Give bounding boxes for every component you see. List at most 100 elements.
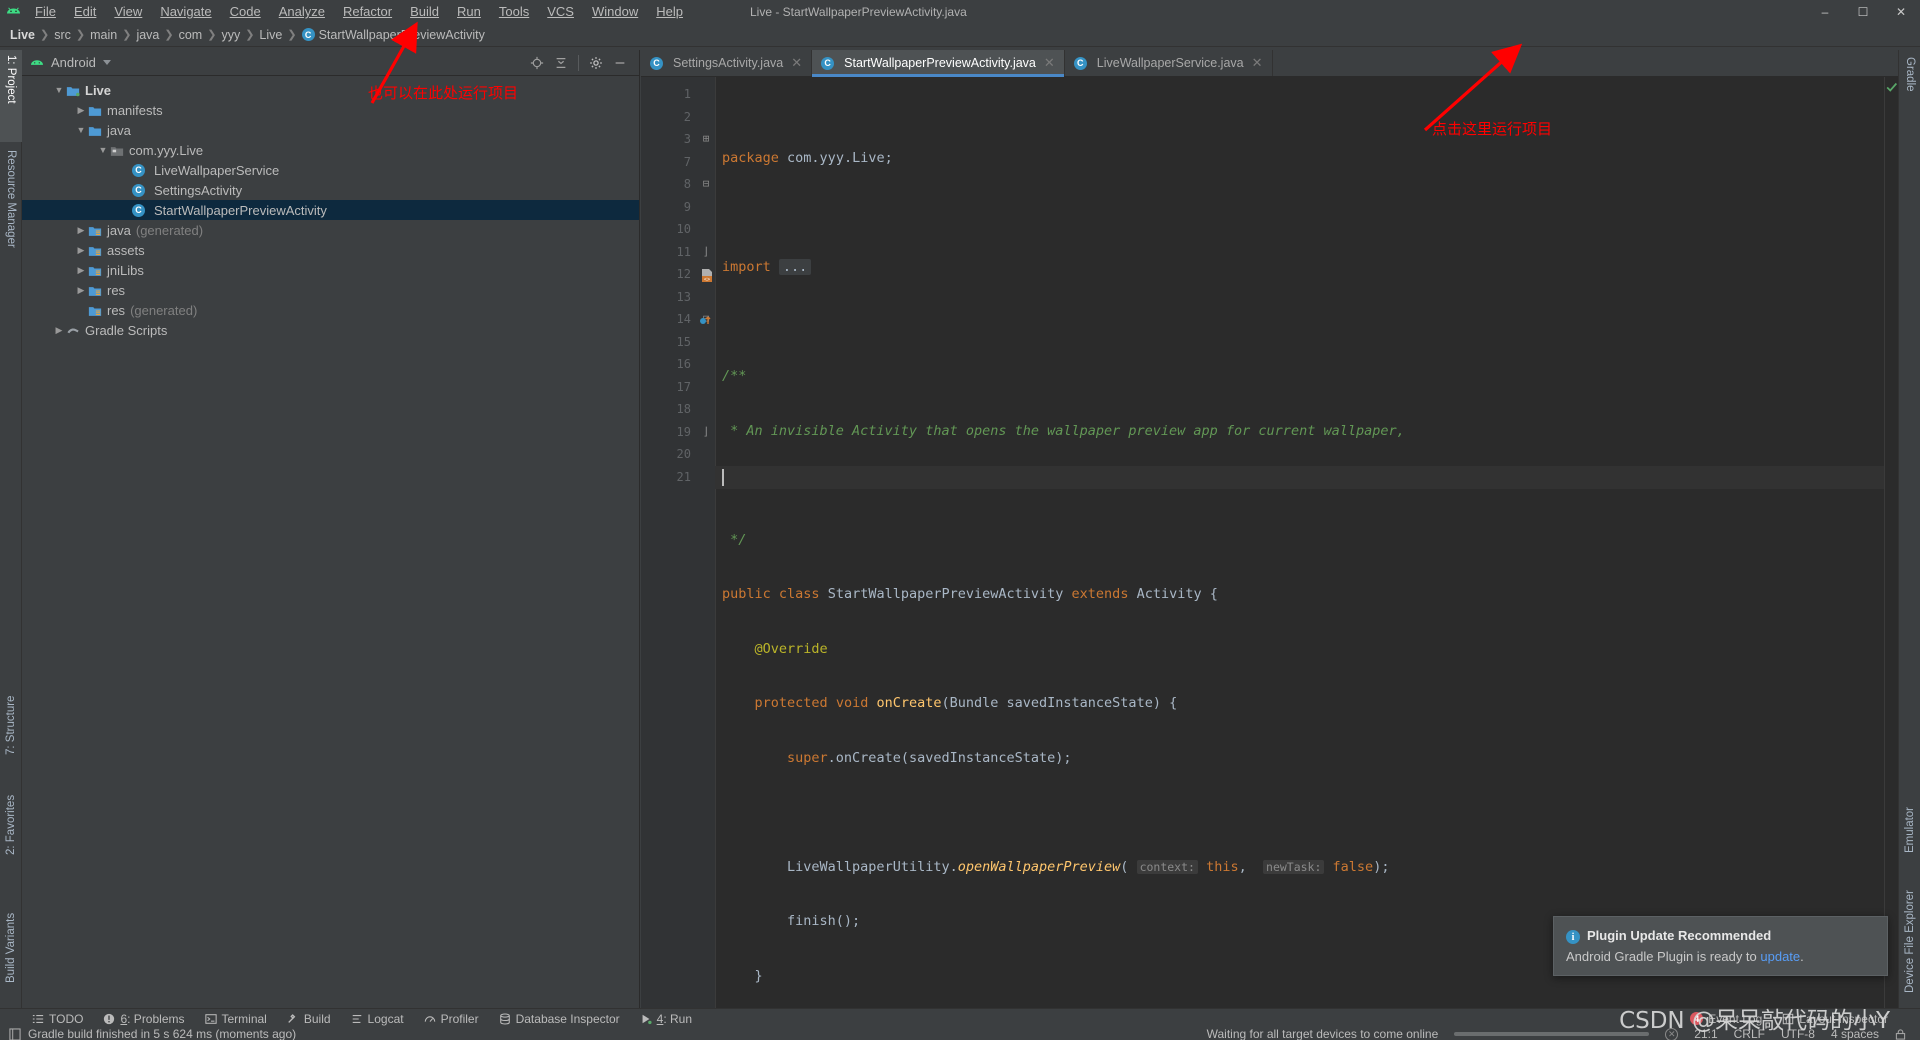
hide-panel-icon[interactable]: [609, 52, 631, 74]
bottom-tab-database-inspector[interactable]: Database Inspector: [489, 1009, 630, 1029]
collapse-all-icon[interactable]: [550, 52, 572, 74]
menu-navigate[interactable]: Navigate: [151, 2, 220, 21]
menu-analyze[interactable]: Analyze: [270, 2, 334, 21]
tree-row-java[interactable]: ▼ java: [22, 120, 639, 140]
file-encoding[interactable]: UTF-8: [1781, 1027, 1815, 1040]
build-status-icon[interactable]: [9, 1027, 21, 1040]
menu-code[interactable]: Code: [221, 2, 270, 21]
menu-build[interactable]: Build: [401, 2, 448, 21]
cancel-task-icon[interactable]: ✕: [1665, 1027, 1679, 1040]
update-link[interactable]: update: [1760, 949, 1800, 964]
sidebar-item-structure[interactable]: 7: Structure: [0, 660, 22, 760]
chevron-right-icon[interactable]: ▶: [74, 285, 88, 296]
code-text[interactable]: package com.yyy.Live; import ... /** * A…: [715, 77, 1898, 1038]
sidebar-item-gradle[interactable]: Gradle: [1899, 52, 1920, 138]
tree-row-jnilibs[interactable]: ▶ jniLibs: [22, 260, 639, 280]
menu-vcs[interactable]: VCS: [538, 2, 583, 21]
bottom-tab-logcat[interactable]: Logcat: [341, 1009, 414, 1029]
breadcrumb-item-live[interactable]: Live: [10, 28, 35, 42]
collapsed-imports[interactable]: ...: [778, 259, 812, 275]
fold-toggle-imports[interactable]: ⊞: [697, 128, 715, 151]
sidebar-item-build-variants[interactable]: Build Variants: [0, 863, 22, 988]
fold-end-javadoc[interactable]: ⌋: [697, 241, 715, 264]
chevron-right-icon[interactable]: ▶: [74, 225, 88, 236]
breadcrumb-item-src[interactable]: src: [54, 28, 71, 42]
bottom-tab-todo[interactable]: TODO: [22, 1009, 93, 1029]
tree-row-livewallpaperservice[interactable]: C LiveWallpaperService: [22, 160, 639, 180]
line-separator[interactable]: CRLF: [1734, 1027, 1765, 1040]
close-icon[interactable]: ✕: [791, 55, 802, 71]
tree-row-settingsactivity[interactable]: C SettingsActivity: [22, 180, 639, 200]
chevron-right-icon[interactable]: ▶: [52, 325, 66, 336]
chevron-right-icon[interactable]: ▶: [74, 245, 88, 256]
sidebar-item-resource-manager[interactable]: Resource Manager: [0, 145, 22, 295]
inspection-marker-bar[interactable]: [1884, 77, 1898, 1008]
editor-tab-settingsactivity[interactable]: C SettingsActivity.java ✕: [641, 50, 813, 76]
minimize-button[interactable]: –: [1806, 0, 1844, 23]
chevron-down-icon[interactable]: [102, 60, 111, 65]
locate-target-icon[interactable]: [526, 52, 548, 74]
menu-run[interactable]: Run: [448, 2, 490, 21]
chevron-down-icon[interactable]: ▼: [74, 125, 88, 135]
plugin-update-notification[interactable]: i Plugin Update Recommended Android Gradl…: [1553, 915, 1888, 976]
folder-res-icon: [88, 285, 102, 296]
tree-row-live[interactable]: ▼ Live: [22, 80, 639, 100]
sidebar-item-favorites[interactable]: 2: Favorites: [0, 760, 22, 860]
chevron-down-icon[interactable]: ▼: [96, 145, 110, 155]
breadcrumb-item-file[interactable]: C StartWallpaperPreviewActivity: [301, 28, 485, 42]
menu-window[interactable]: Window: [583, 2, 647, 21]
tree-row-manifests[interactable]: ▶ manifests: [22, 100, 639, 120]
fold-toggle-javadoc[interactable]: ⊟: [697, 173, 715, 196]
editor-tab-startwallpaperpreviewactivity[interactable]: C StartWallpaperPreviewActivity.java ✕: [812, 50, 1065, 77]
breadcrumb-item-com[interactable]: com: [179, 28, 203, 42]
fold-end-oncreate[interactable]: ⌋: [697, 421, 715, 444]
background-task-message: Waiting for all target devices to come o…: [1206, 1027, 1439, 1040]
close-icon[interactable]: ✕: [1044, 55, 1055, 71]
sidebar-item-device-file-explorer[interactable]: Device File Explorer: [1899, 858, 1920, 998]
java-class-icon: C: [301, 28, 315, 41]
bottom-tab-terminal[interactable]: Terminal: [195, 1009, 277, 1029]
breadcrumb-item-java[interactable]: java: [136, 28, 159, 42]
indent-setting[interactable]: 4 spaces: [1831, 1027, 1879, 1040]
bottom-tab-problems[interactable]: 6: Problems: [93, 1009, 194, 1029]
chevron-down-icon[interactable]: ▼: [52, 85, 66, 95]
breadcrumb-item-livepkg[interactable]: Live: [259, 28, 282, 42]
structure-tab-label: 7: Structure: [5, 695, 17, 755]
close-icon[interactable]: ✕: [1252, 55, 1263, 71]
tree-row-res[interactable]: ▶ res: [22, 280, 639, 300]
bottom-tab-run[interactable]: 4: Run: [630, 1009, 702, 1029]
editor-tab-livewallpaperservice[interactable]: C LiveWallpaperService.java ✕: [1065, 50, 1273, 76]
chevron-right-icon[interactable]: ▶: [74, 105, 88, 116]
menu-refactor[interactable]: Refactor: [334, 2, 401, 21]
menu-tools[interactable]: Tools: [490, 2, 538, 21]
tree-row-gradle-scripts[interactable]: ▶ Gradle Scripts: [22, 320, 639, 340]
bottom-tab-profiler[interactable]: Profiler: [414, 1009, 489, 1029]
bottom-tab-build[interactable]: Build: [277, 1009, 341, 1029]
tree-row-java-generated[interactable]: ▶ java (generated): [22, 220, 639, 240]
sidebar-item-emulator[interactable]: Emulator: [1899, 766, 1920, 858]
tree-row-assets[interactable]: ▶ assets: [22, 240, 639, 260]
sidebar-item-project[interactable]: 1: Project: [0, 50, 22, 142]
breadcrumb-item-yyy[interactable]: yyy: [221, 28, 240, 42]
bottom-tab-event-log[interactable]: 4 Event Log: [1680, 1009, 1772, 1029]
bottom-tab-layout-inspector[interactable]: Layout Inspector: [1772, 1009, 1898, 1029]
menu-help[interactable]: Help: [647, 2, 692, 21]
menu-edit[interactable]: Edit: [65, 2, 105, 21]
build-status-message[interactable]: Gradle build finished in 5 s 624 ms (mom…: [28, 1027, 296, 1040]
tree-row-package[interactable]: ▼ com.yyy.Live: [22, 140, 639, 160]
caret-position[interactable]: 21:1: [1694, 1027, 1717, 1040]
menu-view[interactable]: View: [105, 2, 151, 21]
breadcrumb-item-main[interactable]: main: [90, 28, 117, 42]
class-run-marker-icon[interactable]: <>: [701, 267, 713, 290]
override-method-icon[interactable]: [699, 312, 711, 335]
project-view-selector-label[interactable]: Android: [51, 55, 96, 70]
settings-gear-icon[interactable]: [585, 52, 607, 74]
code-editor[interactable]: 1 2 3 7 8 9 10 11 12 <> 13 14 15 16 17 1…: [641, 77, 1898, 1038]
tree-row-startwallpaperpreviewactivity[interactable]: C StartWallpaperPreviewActivity: [22, 200, 639, 220]
lock-icon[interactable]: [1895, 1028, 1906, 1040]
menu-file[interactable]: File: [26, 2, 65, 21]
close-button[interactable]: ✕: [1882, 0, 1920, 23]
maximize-restore-button[interactable]: ☐: [1844, 0, 1882, 23]
tree-row-res-generated[interactable]: ▶ res (generated): [22, 300, 639, 320]
chevron-right-icon[interactable]: ▶: [74, 265, 88, 276]
